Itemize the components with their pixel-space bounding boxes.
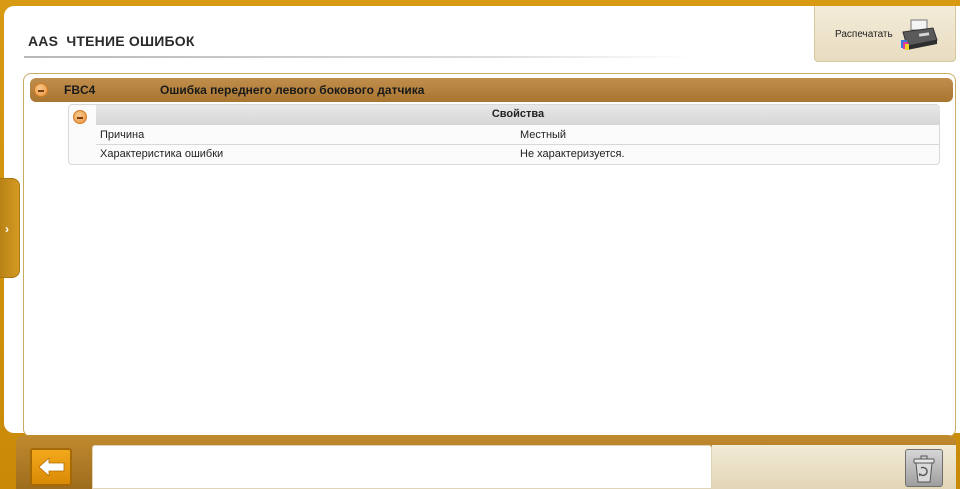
properties-block: Свойства Причина Местный Характеристика … [68,104,940,165]
side-panel-toggle[interactable]: › [0,178,20,278]
property-key: Характеристика ошибки [100,148,224,160]
properties-header: Свойства [96,105,940,125]
footer-bar [16,435,956,489]
property-key: Причина [100,129,145,141]
property-row: Причина Местный [96,126,940,145]
printer-icon [901,19,938,50]
collapse-icon[interactable] [73,110,87,124]
back-arrow-icon [39,458,65,476]
error-row[interactable]: FBC4 Ошибка переднего левого бокового да… [30,78,953,102]
title-divider [24,56,694,58]
error-code: FBC4 [64,83,96,97]
property-row: Характеристика ошибки Не характеризуется… [96,145,940,164]
property-value: Не характеризуется. [520,148,625,160]
property-value: Местный [520,129,567,141]
properties-title: Свойства [491,108,545,120]
error-description: Ошибка переднего левого бокового датчика [160,83,425,97]
trash-icon [913,455,935,483]
print-button-label: Распечатать [835,29,893,40]
error-list: FBC4 Ошибка переднего левого бокового да… [23,73,956,437]
message-area [92,445,712,489]
main-panel: AAS ЧТЕНИЕ ОШИБОК Распечатать FBC4 Ошибк… [4,6,960,437]
page-title: AAS ЧТЕНИЕ ОШИБОК [28,33,195,49]
collapse-icon[interactable] [34,83,48,97]
trash-button[interactable] [905,449,943,487]
back-button[interactable] [30,448,72,486]
chevron-right-icon: › [5,222,9,236]
print-button[interactable]: Распечатать [814,6,956,62]
